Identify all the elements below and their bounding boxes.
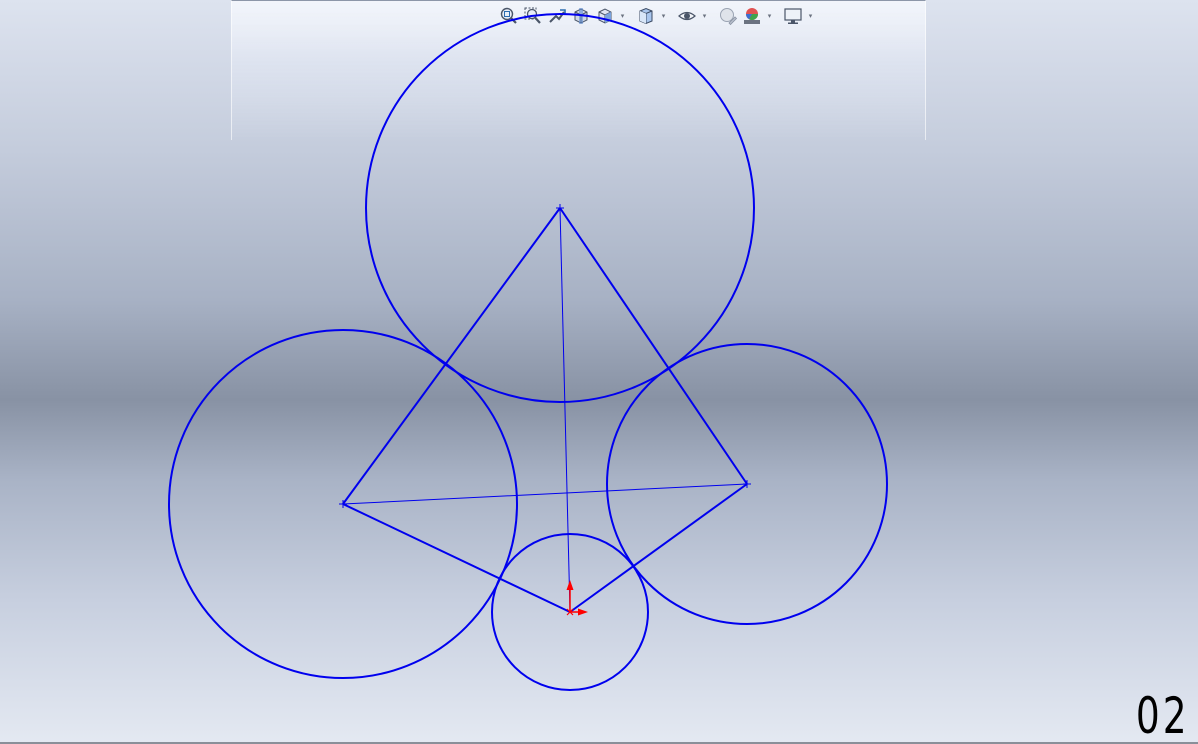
line-top-left[interactable] [342, 207, 561, 505]
line-left-right[interactable] [342, 483, 748, 505]
line-left-origin[interactable] [342, 503, 571, 613]
page-number: 02 [1136, 687, 1190, 744]
sketch-lines [342, 207, 748, 613]
sketch-origin [566, 580, 589, 616]
sketch-canvas[interactable] [0, 0, 1198, 744]
sketch-circles [168, 13, 888, 691]
line-top-origin[interactable] [559, 207, 571, 613]
origin-icon[interactable] [566, 580, 589, 616]
